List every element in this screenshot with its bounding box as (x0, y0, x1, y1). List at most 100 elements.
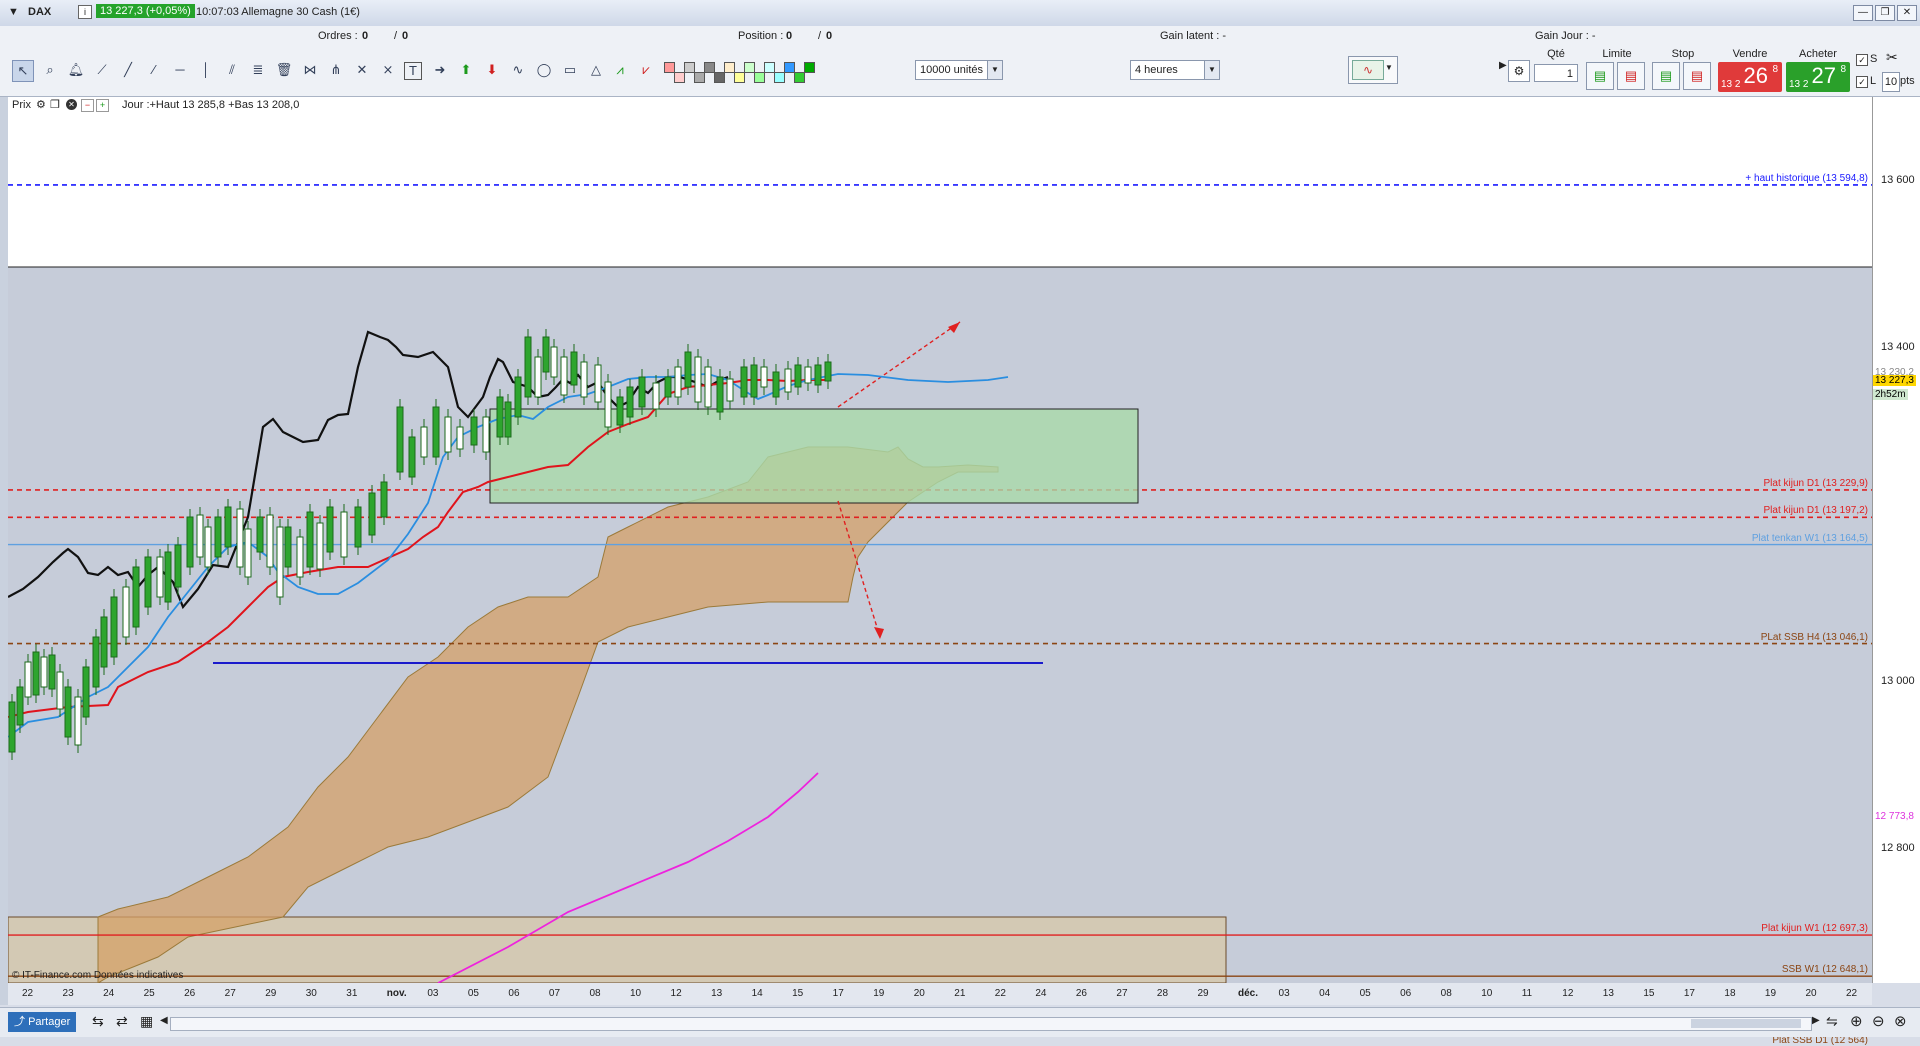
pts-input[interactable]: 10 (1882, 72, 1900, 92)
color-swatch[interactable] (794, 72, 805, 83)
color-swatch[interactable] (734, 72, 745, 83)
chart-style-button[interactable]: ∿ ▼ (1348, 56, 1398, 84)
color-swatch[interactable] (674, 72, 685, 83)
prix-label: Prix (12, 99, 31, 111)
share-button[interactable]: ⤴ Partager (8, 1012, 77, 1032)
l-checkbox[interactable]: ✓ (1856, 76, 1868, 88)
delete-tool-icon[interactable]: 🗑︎ (274, 60, 294, 80)
time-axis[interactable]: 22 23 24 25 26 27 29 30 31 nov. 03 05 06 07 08 10 12 13 14… (8, 983, 1872, 1005)
close-icon[interactable]: ✕ (66, 99, 77, 110)
arrow-right-tool-icon[interactable]: ➜ (430, 60, 450, 80)
zigzag-tool-icon[interactable]: ⩗ (636, 60, 656, 80)
x-tick-label: 24 (103, 988, 115, 999)
autoscroll-icon[interactable]: ⇋ (1826, 1013, 1838, 1030)
scissors-icon[interactable]: ✂︎ (1886, 49, 1898, 66)
x-tick-label: 06 (1400, 988, 1412, 999)
pattern-tool-icon[interactable]: ⩘ (610, 60, 630, 80)
x-tick-label: 26 (184, 988, 196, 999)
trendline-tool-icon[interactable]: ╱ (118, 60, 138, 80)
time-scrollbar[interactable] (170, 1017, 1812, 1031)
compare-chart-icon[interactable]: ⇄ (116, 1013, 128, 1030)
candle-body (726, 378, 734, 402)
panel-collapse-icon[interactable]: ▶ (1499, 46, 1507, 86)
price-axis[interactable]: 13 600 13 400 13 000 12 800 13 230,2 13 227,3… (1872, 97, 1920, 983)
candle-body (256, 516, 264, 553)
pitchfork-tool-icon[interactable]: ⋔ (326, 60, 346, 80)
color-swatch[interactable] (804, 62, 815, 73)
window-icon[interactable]: ❐ (50, 98, 60, 111)
candle-body (716, 376, 724, 413)
scroll-right-icon[interactable]: ▶ (1812, 1015, 1820, 1026)
buy-button[interactable]: 13 2 27 8 (1786, 62, 1850, 92)
add-icon[interactable]: + (96, 99, 109, 112)
text-tool-icon[interactable]: T (404, 62, 422, 80)
candle-body (354, 506, 362, 548)
arrow-up-tool-icon[interactable]: ⬆ (456, 60, 476, 80)
sell-button[interactable]: 13 2 26 8 (1718, 62, 1782, 92)
units-select[interactable]: 10000 unités ▼ (915, 60, 1003, 80)
remove-icon[interactable]: − (81, 99, 94, 112)
chevron-down-icon: ▼ (1385, 63, 1393, 72)
color-swatch[interactable] (714, 72, 725, 83)
magnet-tool-icon[interactable]: ⋈ (300, 60, 320, 80)
zoom-out-icon[interactable]: ⊖ (1872, 1012, 1885, 1030)
x-tick-label: 28 (1156, 988, 1169, 999)
x-tick-label: 20 (913, 988, 925, 999)
ellipse-tool-icon[interactable]: ◯ (534, 60, 554, 80)
scroll-left-icon[interactable]: ◀ (160, 1015, 168, 1026)
x-tick-label: 17 (832, 988, 844, 999)
settings-wrench-icon[interactable]: ⚙︎ (1508, 60, 1530, 82)
limit-sell-button[interactable]: ▤ (1617, 62, 1645, 90)
scrollbar-thumb[interactable] (1691, 1019, 1801, 1028)
period-select[interactable]: 4 heures ▼ (1130, 60, 1220, 80)
gann-tool-icon[interactable]: ✕ (352, 60, 372, 80)
wave-tool-icon[interactable]: ∿ (508, 60, 528, 80)
cross-tool-icon[interactable]: ⨯ (378, 60, 398, 80)
range-box (489, 408, 1139, 504)
close-button[interactable]: ✕ (1897, 5, 1917, 21)
price-flag: 13 227,3 (1873, 375, 1916, 386)
arrow-down-tool-icon[interactable]: ⬇ (482, 60, 502, 80)
candle-body (496, 396, 504, 438)
vertical-line-tool-icon[interactable]: │ (196, 60, 216, 80)
menu-dropdown-icon[interactable]: ▼ (8, 6, 19, 18)
rectangle-tool-icon[interactable]: ▭ (560, 60, 580, 80)
qty-input[interactable]: 1 (1534, 64, 1578, 82)
horizontal-line-tool-icon[interactable]: ─ (170, 60, 190, 80)
triangle-tool-icon[interactable]: △ (586, 60, 606, 80)
restore-button[interactable]: ❐ (1875, 5, 1895, 21)
ruler-tool-icon[interactable]: ⟋ (92, 60, 112, 80)
zoom-tool-icon[interactable]: ⌕ (40, 60, 60, 80)
pointer-tool-icon[interactable]: ↖ (12, 60, 34, 82)
sync-chart-icon[interactable]: ⇆ (92, 1013, 104, 1030)
candle-body (196, 514, 204, 558)
channel-tool-icon[interactable]: ⫽ (222, 60, 242, 80)
zoom-in-icon[interactable]: ⊕ (1850, 1012, 1863, 1030)
x-tick-label: 05 (1359, 988, 1371, 999)
ray-tool-icon[interactable]: ⁄ (144, 60, 164, 80)
alert-bell-icon[interactable]: 🔔︎ (66, 60, 86, 80)
price-chart[interactable] (8, 97, 1872, 983)
instrument-symbol[interactable]: DAX (28, 6, 51, 18)
sell-header: Vendre (1732, 48, 1768, 60)
color-swatch[interactable] (754, 72, 765, 83)
candle-body (296, 536, 304, 578)
candle-body (204, 526, 212, 568)
color-swatch[interactable] (694, 72, 705, 83)
wrench-icon[interactable]: ⚙︎ (36, 98, 46, 111)
candle-body (542, 336, 550, 373)
color-swatch[interactable] (774, 72, 785, 83)
zoom-reset-icon[interactable]: ⊗ (1894, 1012, 1907, 1030)
fibonacci-tool-icon[interactable]: ≣ (248, 60, 268, 80)
minimize-button[interactable]: — (1853, 5, 1873, 21)
orders-separator: / (394, 30, 398, 42)
info-icon[interactable]: i (78, 5, 92, 19)
stop-buy-button[interactable]: ▤ (1652, 62, 1680, 90)
stop-sell-button[interactable]: ▤ (1683, 62, 1711, 90)
limit-buy-button[interactable]: ▤ (1586, 62, 1614, 90)
x-tick-label: 27 (224, 988, 236, 999)
s-checkbox[interactable]: ✓ (1856, 54, 1868, 66)
candle-body (144, 556, 152, 608)
period-select-value: 4 heures (1135, 64, 1178, 76)
layout-chart-icon[interactable]: ▦ (140, 1013, 153, 1030)
